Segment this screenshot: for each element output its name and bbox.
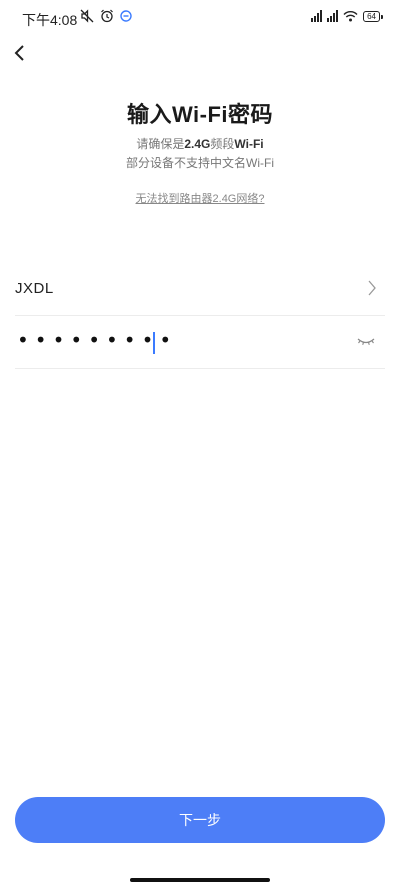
mute-icon	[80, 9, 94, 23]
band-hint-band: 2.4G	[184, 137, 211, 151]
back-arrow-icon	[14, 45, 24, 61]
text-cursor	[153, 332, 155, 354]
page-title: 输入Wi-Fi密码	[126, 102, 274, 127]
wifi-ssid: JXDL	[15, 280, 54, 297]
help-link-container: 无法找到路由器2.4G网络?	[0, 190, 400, 206]
status-icons-right: 64	[311, 10, 383, 22]
band-hint: 请确保是2.4G频段Wi-Fi	[0, 135, 400, 152]
band-hint-prefix: 请确保是	[136, 137, 185, 151]
band-hint-wifi: Wi-Fi	[234, 137, 264, 151]
password-row: •••••••••	[15, 316, 385, 369]
home-indicator[interactable]	[130, 878, 270, 882]
battery-icon: 64	[363, 10, 383, 22]
cannot-find-network-link[interactable]: 无法找到路由器2.4G网络?	[136, 193, 265, 205]
chinese-name-hint: 部分设备不支持中文名Wi-Fi	[126, 156, 274, 170]
band-hint-middle: 频段	[210, 137, 235, 151]
signal-icon	[327, 10, 339, 22]
next-button[interactable]: 下一步	[15, 797, 385, 843]
status-icons-left	[80, 9, 132, 23]
chevron-right-icon	[368, 280, 376, 296]
back-button[interactable]	[10, 40, 32, 66]
app-notification-icon	[120, 10, 132, 22]
eye-closed-icon[interactable]	[357, 336, 375, 348]
alarm-icon	[101, 9, 113, 23]
wifi-ssid-row[interactable]: JXDL	[15, 262, 385, 316]
wifi-icon	[343, 11, 358, 22]
status-bar: 下午4:08 64	[0, 0, 400, 36]
signal-icon	[311, 10, 323, 22]
status-time: 下午4:08	[22, 12, 78, 28]
